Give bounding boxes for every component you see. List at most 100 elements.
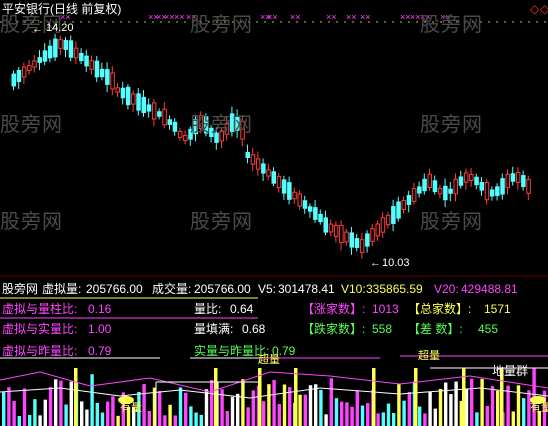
candle-body <box>146 104 152 112</box>
volume-bar <box>397 384 401 426</box>
candle-body <box>37 57 42 63</box>
volume-bar <box>204 389 209 426</box>
v5-label: V5: <box>258 282 277 296</box>
volume-bar <box>210 379 214 426</box>
volume-bar <box>334 398 339 426</box>
volume-bar <box>277 404 281 426</box>
candle-body <box>157 111 162 117</box>
candle-body <box>411 188 417 202</box>
candle-body <box>437 187 443 195</box>
volume-bar <box>454 381 458 426</box>
you-liang-label: 有量 <box>120 402 142 414</box>
volume-bar <box>142 384 146 426</box>
candle-body <box>27 64 32 72</box>
candle-body <box>505 173 510 189</box>
nav-left-icon[interactable]: ◇ <box>530 2 539 16</box>
volume-bar <box>386 403 391 426</box>
volume-bar <box>423 413 427 426</box>
brand-label: 股旁网 <box>2 282 39 296</box>
candle-body <box>307 206 313 212</box>
candle-body <box>500 178 505 195</box>
volume-bar <box>2 392 6 426</box>
volume-bar <box>444 382 448 426</box>
candle-body <box>463 172 469 183</box>
volume-bar <box>324 414 328 426</box>
candle-body <box>432 180 438 193</box>
volume-bar <box>272 379 276 426</box>
volume-bar <box>381 412 385 426</box>
candle-body <box>99 68 105 78</box>
volume-bar <box>214 368 218 426</box>
xu-shi-liang-value: 1.00 <box>88 322 112 336</box>
volume-bar <box>43 399 47 426</box>
watermark: 股旁网 <box>420 209 483 233</box>
candle-body <box>58 39 63 49</box>
volume-bar <box>402 400 406 426</box>
top-marker: ×× <box>290 12 301 22</box>
you-liang-label: 有量 <box>530 402 548 414</box>
candle-body <box>131 93 136 105</box>
volume-bar <box>516 385 521 426</box>
volume-bar <box>22 388 27 426</box>
watermark: 股旁网 <box>190 209 253 233</box>
candle-body <box>359 239 365 253</box>
candle-body <box>328 223 334 233</box>
candle-body <box>313 207 318 220</box>
candle-body <box>84 55 89 67</box>
volume-bar <box>225 411 229 426</box>
candle-body <box>21 66 27 78</box>
candle-body <box>120 87 126 99</box>
volume-bar <box>12 400 16 426</box>
volume-bar <box>511 411 515 426</box>
candle-body <box>385 214 391 226</box>
low-price-label: 10.03 <box>382 257 410 269</box>
volume-bar <box>17 415 21 426</box>
candle-body <box>287 182 292 200</box>
volume-bar <box>95 402 99 426</box>
chart-title: 平安银行(日线 前复权) <box>2 2 122 16</box>
volume-bar <box>360 405 365 426</box>
candle-body <box>261 163 266 174</box>
xu-zuo-liang-value: 0.79 <box>88 344 112 358</box>
candle-body <box>526 179 531 194</box>
volume-bar <box>366 403 370 426</box>
volume-bar <box>236 393 240 426</box>
volume-bar <box>355 390 359 426</box>
candle-body <box>365 233 370 247</box>
candle-body <box>297 193 302 207</box>
candle-body <box>422 178 427 192</box>
candle-body <box>375 223 380 237</box>
candle-body <box>79 52 84 62</box>
candle-body <box>136 93 141 111</box>
volume-bar <box>184 392 188 426</box>
volume-bar <box>168 404 172 426</box>
candle-body <box>339 224 344 244</box>
volume-bar <box>262 401 266 426</box>
volume-bar <box>158 391 162 426</box>
volume-bar <box>163 415 167 426</box>
candle-body <box>391 206 396 224</box>
v5-value: 301478.41 <box>278 282 335 296</box>
candle-body <box>63 40 68 50</box>
candle-body <box>349 232 354 248</box>
volume-bar <box>178 387 183 426</box>
candle-body <box>276 175 282 189</box>
chao-liang-label: 超量 <box>258 354 280 366</box>
candle-body <box>94 60 100 78</box>
volume-bar <box>38 415 42 426</box>
low-price-arrow: ← <box>370 257 381 269</box>
candle-body <box>458 176 464 186</box>
volume-bar <box>80 401 84 426</box>
candle-body <box>469 173 474 181</box>
nav-right-icon[interactable]: ◇ <box>540 2 548 16</box>
volume-bar <box>428 391 432 426</box>
candle-body <box>448 188 453 194</box>
volume-bar <box>48 386 53 426</box>
volume-bar <box>54 379 58 426</box>
v20-label: V20: <box>434 282 459 296</box>
volume-bar <box>392 413 396 426</box>
high-price-label: 14.20 <box>46 22 74 34</box>
candle-body <box>323 217 328 233</box>
volume-bar <box>69 381 73 426</box>
volume-bar <box>111 396 115 426</box>
